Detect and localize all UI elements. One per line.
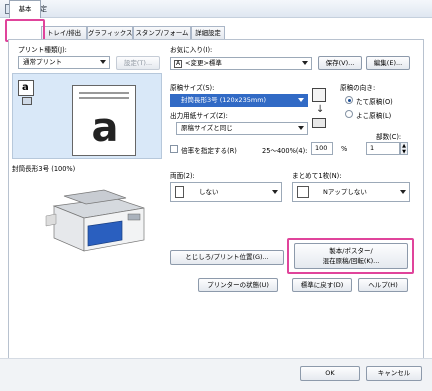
print-type-value: 通常プリント [23,58,62,66]
portrait-label: たて原稿(O) [356,98,393,106]
nup-label: まとめて1枚(N): [292,172,342,180]
tab-basic[interactable]: 基本 [9,0,41,18]
copies-spinner[interactable]: ▲ ▼ [400,142,408,155]
favorites-label: お気に入り(I): [170,46,213,54]
landscape-radio[interactable] [345,110,353,118]
copies-label: 部数(C): [376,133,402,141]
cancel-button[interactable]: キャンセル [366,366,422,381]
edit-favorite-button[interactable]: 編集(E)... [366,56,410,70]
chevron-down-icon [100,60,106,64]
chevron-down-icon [272,190,278,194]
duplex-select[interactable]: しない [170,182,282,202]
paper-line [79,97,129,99]
favorite-a-icon: A [174,60,182,68]
output-size-label: 出力用紙サイズ(Z): [170,112,228,120]
original-size-value: 封筒長形3号 (120x235mm) [181,96,267,104]
chevron-down-icon [400,190,406,194]
layout-icon [22,97,32,105]
preview-paper: a [72,85,136,156]
tab-tray-output[interactable]: トレイ/排出 [41,26,87,39]
favorites-select[interactable]: A <変更>標準 [170,57,312,70]
nup-value: Nアップしない [323,188,367,196]
scale-unit: % [341,145,348,153]
print-type-label: プリント種類(J): [18,46,67,54]
title-bar: 印刷設定 [0,0,432,18]
booklet-poster-button[interactable]: 製本/ポスター/ 混在原稿/回転(K)... [294,243,408,269]
output-size-select[interactable]: 原稿サイズと同じ [176,122,308,135]
paper-line [79,92,129,94]
settings-button[interactable]: 設定(T)... [116,56,160,70]
favorites-value: <変更>標準 [185,59,222,67]
restore-defaults-button[interactable]: 標準に戻す(D) [292,278,352,292]
nup-icon [297,186,309,198]
scale-input[interactable]: 100 [311,142,333,155]
ok-button[interactable]: OK [300,366,360,381]
scale-label: 倍率を指定する(R) [181,147,237,155]
chevron-down-icon [298,98,304,102]
tab-stamp-form[interactable]: スタンプ/フォーム [133,26,191,39]
document-a-icon: a [18,80,34,96]
tab-graphics[interactable]: グラフィックス [87,26,133,39]
scale-checkbox[interactable] [170,145,178,153]
duplex-value: しない [199,188,219,196]
printer-status-button[interactable]: プリンターの状態(U) [198,278,278,292]
chevron-down-icon [302,61,308,65]
booklet-line-1: 製本/ポスター/ [329,247,373,255]
binding-position-button[interactable]: とじしろ/プリント位置(G)... [170,250,284,265]
help-button[interactable]: ヘルプ(H) [358,278,408,292]
print-type-select[interactable]: 通常プリント [18,56,110,69]
original-size-select[interactable]: 封筒長形3号 (120x235mm) [170,94,308,107]
copies-input[interactable]: 1 [366,142,400,155]
booklet-line-2: 混在原稿/回転(K)... [322,257,380,265]
printer-icon [312,118,326,128]
paper-size-icon [312,88,326,102]
save-favorite-button[interactable]: 保存(V)... [318,56,362,70]
preview-caption: 封筒長形3号 (100%) [12,165,76,173]
chevron-down-icon [298,126,304,130]
portrait-radio[interactable] [345,96,353,104]
scale-range-label: 25〜400%(4): [262,147,308,155]
duplex-label: 両面(2): [170,172,195,180]
single-sided-icon [175,186,184,198]
orientation-label: 原稿の向き: [340,84,376,92]
tab-advanced[interactable]: 詳細設定 [191,26,225,39]
nup-select[interactable]: Nアップしない [292,182,410,202]
arrow-down-icon: ↓ [316,104,325,115]
output-size-value: 原稿サイズと同じ [181,124,233,132]
landscape-label: よこ原稿(L) [356,112,392,120]
original-size-label: 原稿サイズ(S): [170,84,215,92]
printer-illustration [45,189,145,252]
preview-letter: a [91,105,119,151]
